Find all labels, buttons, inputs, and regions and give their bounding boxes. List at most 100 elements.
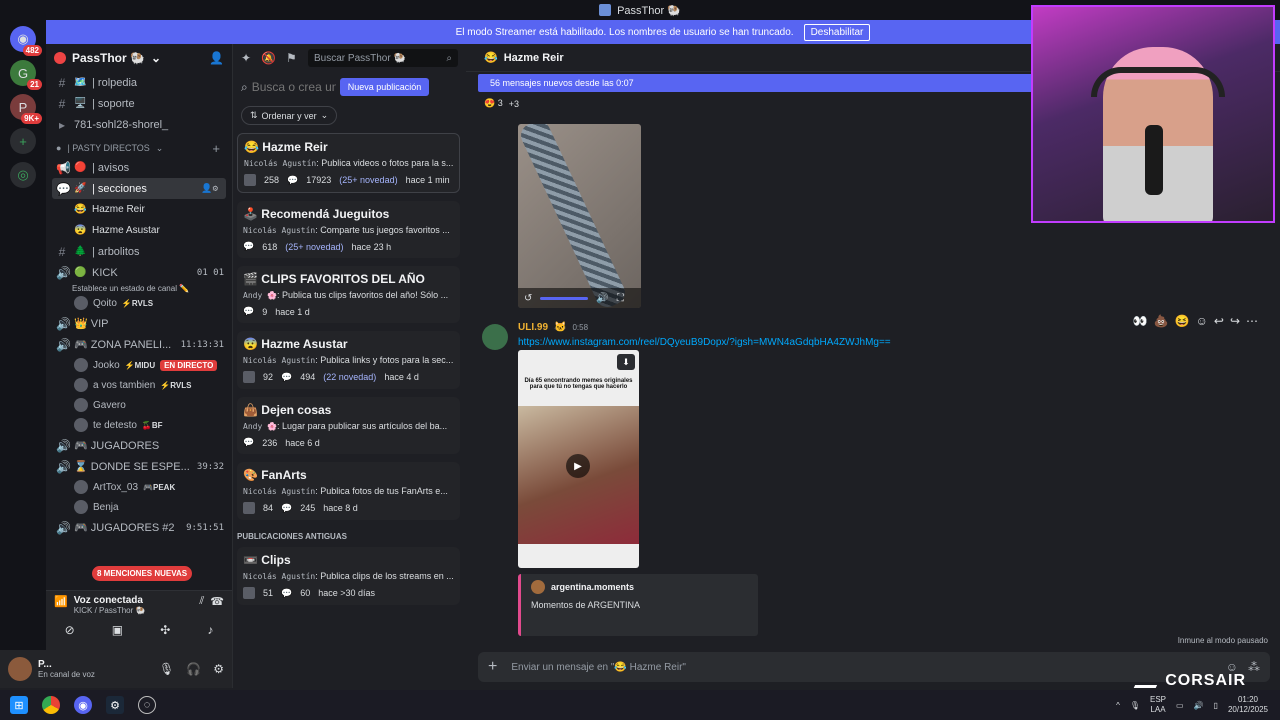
volume-icon[interactable]: 🔊 bbox=[596, 293, 608, 304]
voice-user[interactable]: Gavero bbox=[46, 395, 232, 415]
video-attachment[interactable]: ↺ 🔊 ⛶ bbox=[518, 124, 641, 308]
voice-channel-vip[interactable]: 🔊 👑 VIP bbox=[46, 313, 232, 334]
network-icon[interactable]: ▭ bbox=[1176, 701, 1184, 710]
voice-user[interactable]: Benja bbox=[46, 497, 232, 517]
chrome-icon[interactable] bbox=[42, 696, 60, 714]
forum-post[interactable]: 📼 Clips Nicolás Agustín: Publica clips d… bbox=[237, 547, 460, 605]
guild-header[interactable]: PassThor 🐏 ⌄ 👤 bbox=[46, 44, 232, 72]
chat-title: Hazme Reir bbox=[503, 51, 564, 64]
new-post-button[interactable]: Nueva publicación bbox=[339, 78, 430, 96]
discord-icon[interactable]: ◉ bbox=[74, 696, 92, 714]
voice-channel-jugadores-2[interactable]: 🔊 🎮 JUGADORES #2 9:51:51 bbox=[46, 517, 232, 538]
settings-gear-icon[interactable]: ⚙ bbox=[213, 662, 224, 676]
forum-post[interactable]: 😨 Hazme Asustar Nicolás Agustín: Publica… bbox=[237, 331, 460, 389]
members-icon[interactable]: ⚑ bbox=[286, 51, 297, 65]
channel-avisos[interactable]: 📢 🔴 | avisos bbox=[46, 157, 232, 178]
reaction-button[interactable]: 😍 3 bbox=[484, 98, 503, 109]
forum-search-input[interactable] bbox=[251, 80, 336, 94]
soundboard-icon[interactable]: ♪ bbox=[207, 623, 213, 637]
channel-secciones[interactable]: 💬 🚀 | secciones 👤⚙ bbox=[52, 178, 226, 199]
language-indicator[interactable]: ESP LAA bbox=[1150, 695, 1166, 715]
voice-user[interactable]: te detesto 🍒BF bbox=[46, 415, 232, 435]
volume-icon[interactable]: 🔊 bbox=[1194, 701, 1204, 710]
add-channel-icon[interactable]: + bbox=[212, 141, 220, 156]
mic-icon[interactable]: 🎙 bbox=[1130, 701, 1140, 710]
server-icon-1[interactable]: G 21 bbox=[10, 60, 42, 90]
headphones-icon[interactable]: 🎧 bbox=[186, 662, 201, 676]
voice-channel-panel[interactable]: 🔊 🎮 ZONA PANELI... 11:13:31 bbox=[46, 334, 232, 355]
replay-icon[interactable]: ↺ bbox=[524, 293, 532, 304]
post-preview: : Publica videos o fotos para la s... bbox=[316, 158, 453, 168]
windows-start-icon[interactable]: ⊞ bbox=[10, 696, 28, 714]
channel-thread[interactable]: ▸ 781-sohl28-shorel_ bbox=[46, 114, 232, 135]
avatar[interactable] bbox=[8, 657, 32, 681]
slowmode-notice: Inmune al modo pausado bbox=[1177, 636, 1268, 645]
sort-view-button[interactable]: ⇅ Ordenar y ver ⌄ bbox=[241, 106, 338, 125]
chevron-up-icon[interactable]: ^ bbox=[1116, 701, 1120, 710]
avatar bbox=[74, 358, 88, 372]
fullscreen-icon[interactable]: ⛶ bbox=[617, 293, 624, 304]
video-attachment[interactable]: ⬇ Día 65 encontrando memes originales pa… bbox=[518, 350, 639, 568]
steam-icon[interactable]: ⚙ bbox=[106, 696, 124, 714]
voice-status[interactable]: Voz conectada bbox=[74, 595, 146, 606]
screen-share-icon[interactable]: ▣ bbox=[112, 623, 123, 637]
voice-channel-jugadores[interactable]: 🔊 🎮 JUGADORES bbox=[46, 435, 232, 456]
channel-arbolitos[interactable]: # 🌲 | arbolitos bbox=[46, 241, 232, 262]
forum-post[interactable]: 🎬 CLIPS FAVORITOS DEL AÑO Andy 🌸: Public… bbox=[237, 266, 460, 323]
new-count: (22 novedad) bbox=[323, 372, 377, 382]
more-reactions[interactable]: +3 bbox=[509, 99, 519, 109]
voice-user[interactable]: Qoito ⚡RVLS bbox=[46, 293, 232, 313]
forum-post[interactable]: 🕹️ Recomendá Jueguitos Nicolás Agustín: … bbox=[237, 201, 460, 258]
noise-suppression-icon[interactable]: ⫽ bbox=[199, 595, 204, 608]
explore-icon[interactable]: ◎ bbox=[10, 162, 36, 188]
channel-name: | secciones bbox=[92, 182, 147, 195]
direct-messages-button[interactable]: ◉ 482 bbox=[10, 26, 42, 56]
camera-off-icon[interactable]: ⊘ bbox=[65, 623, 75, 637]
activities-icon[interactable]: ✣ bbox=[160, 623, 170, 637]
input-placeholder: Enviar un mensaje en "😂 Hazme Reir" bbox=[511, 661, 686, 673]
channel-soporte[interactable]: # 🖥️ | soporte bbox=[46, 93, 232, 114]
clock[interactable]: 01:20 20/12/2025 bbox=[1228, 695, 1268, 715]
progress-track[interactable] bbox=[540, 296, 589, 300]
disconnect-icon[interactable]: ☎ bbox=[210, 595, 224, 608]
thread-hazme-asustar[interactable]: 😨 Hazme Asustar bbox=[46, 220, 232, 241]
play-icon[interactable]: ▶ bbox=[566, 454, 590, 478]
voice-user[interactable]: Jooko ⚡MIDU EN DIRECTO bbox=[46, 355, 232, 375]
category-pasty-directos[interactable]: ● | PASTY DIRECTOS ⌄ + bbox=[46, 139, 232, 157]
new-mentions-button[interactable]: 8 MENCIONES NUEVAS bbox=[92, 566, 193, 581]
disable-streamer-button[interactable]: Deshabilitar bbox=[803, 23, 871, 41]
speaker-icon: 🔊 bbox=[56, 438, 71, 453]
forum-post[interactable]: 🎨 FanArts Nicolás Agustín: Publica fotos… bbox=[237, 462, 460, 520]
apps-icon[interactable]: ⁂ bbox=[1248, 660, 1260, 674]
microphone-icon[interactable]: 🎙 bbox=[159, 662, 174, 676]
category-name: | PASTY DIRECTOS bbox=[67, 143, 150, 153]
embed-author[interactable]: argentina.moments bbox=[551, 582, 634, 592]
app-icon[interactable]: ◌ bbox=[138, 696, 156, 714]
forum-post[interactable]: 👜 Dejen cosas Andy 🌸: Lugar para publica… bbox=[237, 397, 460, 454]
forum-post[interactable]: 😂 Hazme Reir Nicolás Agustín: Publica vi… bbox=[237, 133, 460, 193]
settings-gear-icon[interactable]: 👤⚙ bbox=[201, 184, 218, 194]
avatar[interactable] bbox=[482, 324, 508, 350]
threads-icon[interactable]: ✦ bbox=[241, 51, 251, 65]
thread-hazme-reir[interactable]: 😂 Hazme Reir bbox=[46, 199, 232, 220]
server-search-input[interactable]: Buscar PassThor 🐏 ⌕ bbox=[308, 49, 458, 67]
invite-icon[interactable]: 👤 bbox=[209, 51, 224, 65]
voice-channel-kick[interactable]: 🔊 🟢 KICK 01 01 bbox=[46, 262, 232, 283]
server-icon-2[interactable]: P 9K+ bbox=[10, 94, 42, 124]
message-link[interactable]: https://www.instagram.com/reel/DQyeuB9Do… bbox=[518, 337, 1262, 348]
attach-icon[interactable]: + bbox=[488, 658, 497, 676]
text-channel-icon: # bbox=[58, 75, 66, 90]
post-thumbnail bbox=[243, 371, 255, 383]
voice-user[interactable]: a vos tambien ⚡RVLS bbox=[46, 375, 232, 395]
message-author[interactable]: ULI.99 bbox=[518, 322, 548, 333]
add-server-icon[interactable]: + bbox=[10, 128, 36, 154]
download-icon[interactable]: ⬇ bbox=[617, 354, 635, 370]
voice-channel-donde[interactable]: 🔊 ⌛ DONDE SE ESPE... 39:32 bbox=[46, 456, 232, 477]
server-icon bbox=[599, 4, 612, 16]
post-author: Nicolás Agustín bbox=[243, 572, 316, 581]
channel-rolpedia[interactable]: # 🗺️ | rolpedia bbox=[46, 72, 232, 93]
notifications-off-icon[interactable]: 🔕 bbox=[261, 51, 276, 65]
voice-user[interactable]: ArtTox_03 🎮PEAK bbox=[46, 477, 232, 497]
channel-status[interactable]: Establece un estado de canal ✏️ bbox=[46, 283, 232, 293]
battery-icon[interactable]: ▯ bbox=[1214, 701, 1218, 710]
